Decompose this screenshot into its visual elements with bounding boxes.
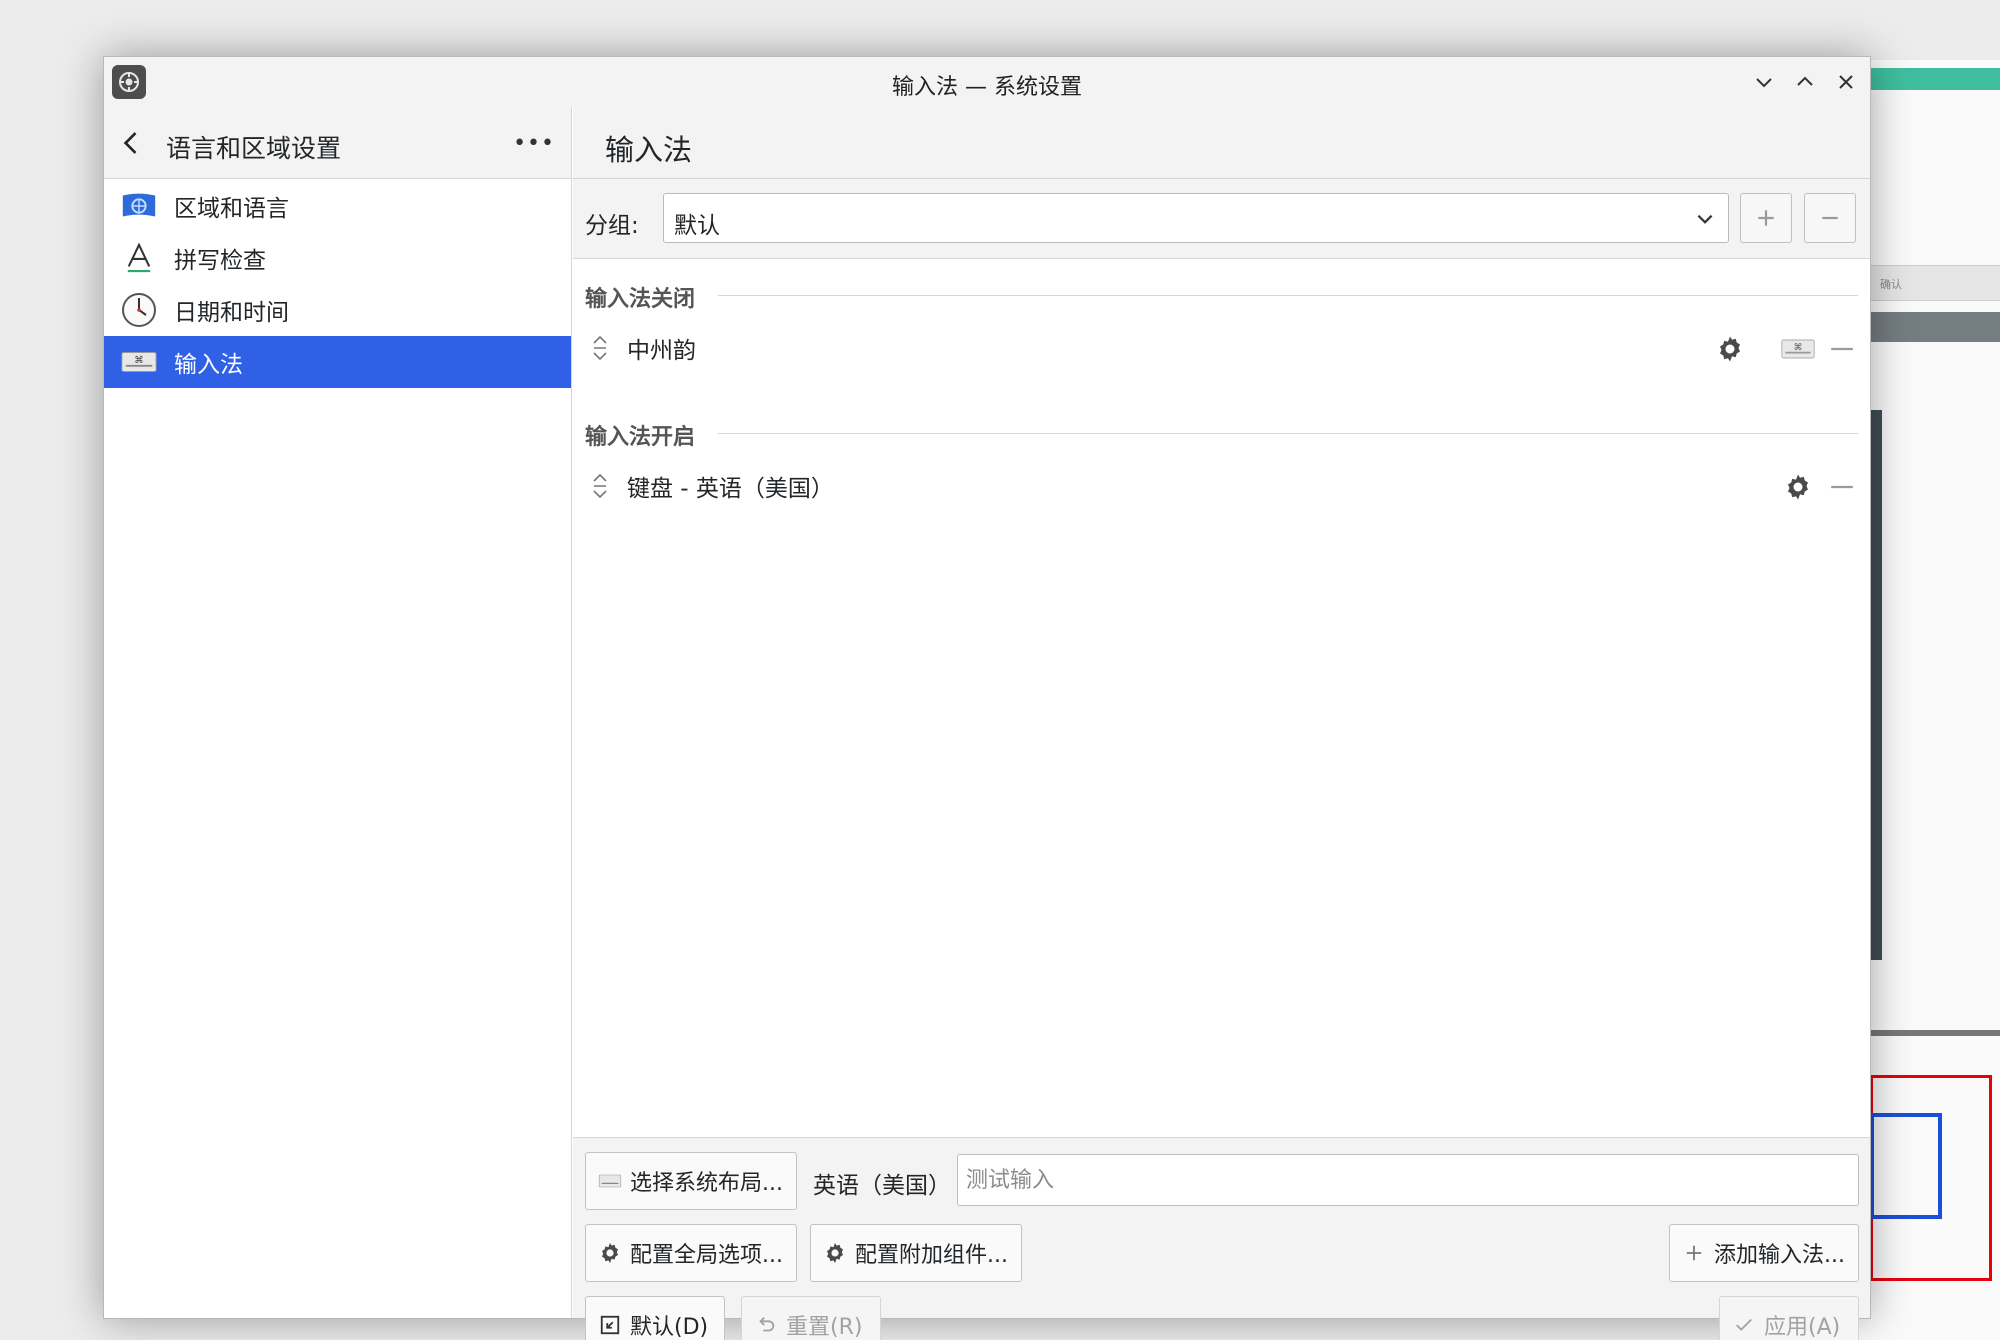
apply-button[interactable]: 应用(A) [1719,1296,1859,1340]
sidebar-item-spell-check[interactable]: 拼写检查 [104,232,571,284]
bottom-toolbar: 选择系统布局... 英语（美国） 配置全局选项... 配置附加组件... 添加输… [573,1137,1870,1340]
plus-icon [1682,1241,1706,1265]
button-label: 选择系统布局... [630,1171,783,1196]
button-label: 默认(D) [630,1315,709,1340]
chevron-down-icon [1756,78,1772,88]
input-method-name: 键盘 - 英语（美国） [627,476,834,502]
main-header: 输入法 [573,107,1870,179]
configure-global-options-button[interactable]: 配置全局选项... [585,1224,797,1282]
sidebar-item-label: 输入法 [174,352,243,378]
remove-input-method-button[interactable] [1824,469,1860,505]
section-divider [718,295,1858,296]
drag-handle-icon [593,473,607,499]
section-heading-inactive: 输入法关闭 [585,287,696,312]
plus-icon [1758,210,1774,226]
keyboard-icon: ⌘ [118,344,160,380]
configure-gear-button[interactable] [1780,469,1816,505]
sidebar-item-date-time[interactable]: 日期和时间 [104,284,571,336]
chevron-up-icon [1797,76,1813,86]
configure-addons-button[interactable]: 配置附加组件... [810,1224,1022,1282]
minimize-button[interactable] [1749,67,1779,97]
close-button[interactable] [1831,67,1861,97]
add-input-method-button[interactable]: 添加输入法... [1669,1224,1859,1282]
group-select-value: 默认 [674,213,720,239]
section-divider [718,433,1858,434]
svg-text:⌘: ⌘ [134,355,144,366]
sidebar-title: 语言和区域设置 [166,134,342,163]
add-group-button[interactable] [1740,193,1792,243]
test-input-field[interactable] [957,1154,1859,1206]
sidebar-item-label: 拼写检查 [174,248,266,274]
minus-icon [1822,216,1838,220]
minus-icon [1831,485,1853,489]
keyboard-layout-button[interactable]: ⌘ [1780,331,1816,367]
maximize-button[interactable] [1790,67,1820,97]
gear-icon [1788,474,1808,500]
restore-defaults-icon [598,1313,622,1337]
button-label: 配置附加组件... [855,1243,1008,1268]
sidebar-header: 语言和区域设置 ••• [104,107,571,179]
button-label: 配置全局选项... [630,1243,783,1268]
background-panel [1870,410,1882,960]
gear-icon [823,1241,847,1265]
reset-button[interactable]: 重置(R) [741,1296,881,1340]
background-divider [1860,1030,2000,1036]
remove-group-button[interactable] [1804,193,1856,243]
clock-icon [118,292,160,328]
svg-text:⌘: ⌘ [1794,343,1803,353]
input-method-row[interactable]: 中州韵 ⌘ [589,325,1858,371]
background-toolbar: 确认 [1860,265,2000,301]
sidebar-item-input-method[interactable]: ⌘ 输入法 [104,336,571,388]
group-row: 分组: 默认 [573,179,1870,259]
input-method-row[interactable]: 键盘 - 英语（美国） [589,463,1858,509]
select-system-layout-button[interactable]: 选择系统布局... [585,1152,797,1210]
flag-globe-icon [118,188,160,224]
configure-gear-button[interactable] [1712,331,1748,367]
settings-window: 输入法 — 系统设置 语言和区域设置 ••• 区域和语言 拼写检查 日期和时间 … [103,56,1871,1340]
gear-icon [598,1241,622,1265]
sidebar: 语言和区域设置 ••• 区域和语言 拼写检查 日期和时间 ⌘ 输入法 [104,107,572,1318]
sidebar-list: 区域和语言 拼写检查 日期和时间 ⌘ 输入法 [104,180,571,388]
group-label: 分组: [585,213,639,239]
background-blue-frame [1870,1113,1942,1219]
background-fragment-text: 确认 [1880,278,1902,291]
background-window-titlebar [1860,68,2000,90]
button-label: 应用(A) [1764,1315,1841,1340]
group-select[interactable]: 默认 [663,193,1729,243]
undo-icon [754,1313,778,1337]
checkmark-icon [1732,1313,1756,1337]
letter-a-icon [118,240,160,276]
window-title: 输入法 — 系统设置 [892,75,1082,100]
page-title: 输入法 [605,133,693,167]
background-band [1860,312,2000,342]
chevron-down-icon [1697,214,1713,224]
button-label: 添加输入法... [1714,1243,1845,1268]
current-layout-label: 英语（美国） [813,1173,951,1199]
keyboard-icon: ⌘ [1781,339,1815,359]
drag-handle-icon [593,335,607,361]
defaults-button[interactable]: 默认(D) [585,1296,725,1340]
keyboard-icon [598,1169,622,1193]
chevron-left-icon [123,132,137,154]
section-heading-active: 输入法开启 [585,425,696,450]
more-options-button[interactable]: ••• [513,131,555,156]
back-button[interactable] [116,125,146,161]
gear-icon [1720,336,1740,362]
input-method-name: 中州韵 [627,338,696,364]
button-label: 重置(R) [786,1315,863,1340]
remove-input-method-button[interactable] [1824,331,1860,367]
sidebar-item-region-language[interactable]: 区域和语言 [104,180,571,232]
close-icon [1839,75,1853,89]
sidebar-item-label: 日期和时间 [174,300,289,326]
main-panel: 输入法 分组: 默认 输入法关闭 中州韵 ⌘ 输入法开启 键盘 - 英语（美国）… [573,107,1870,1340]
minus-icon [1831,347,1853,351]
titlebar[interactable]: 输入法 — 系统设置 [104,57,1870,107]
sidebar-item-label: 区域和语言 [174,196,289,222]
